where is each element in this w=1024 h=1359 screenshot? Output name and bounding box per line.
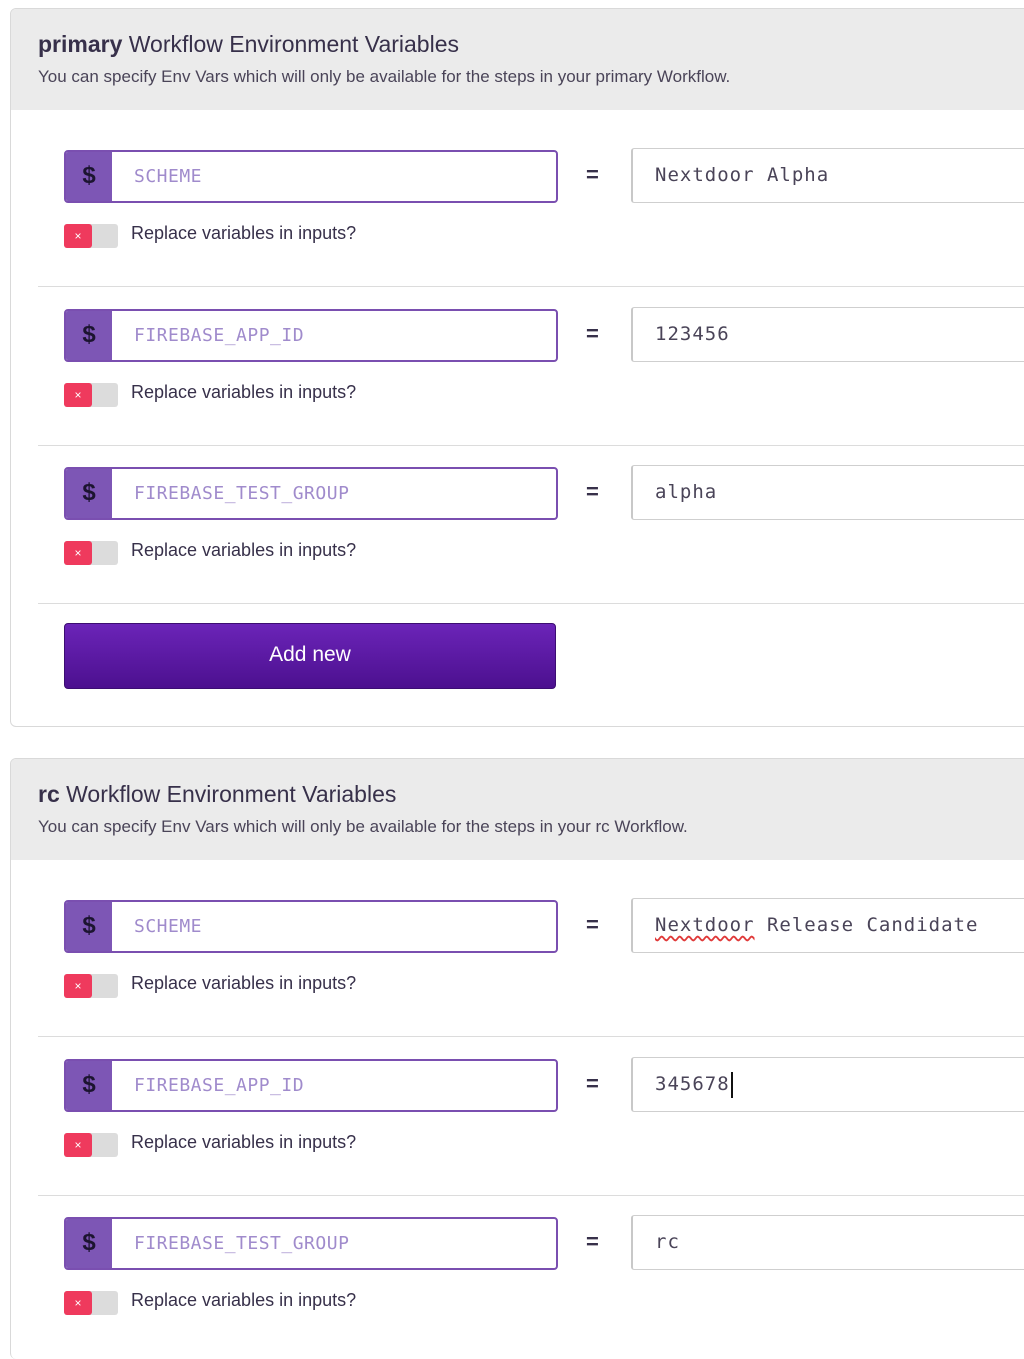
panel-title-suffix: Workflow Environment Variables (128, 31, 459, 57)
panel-description: You can specify Env Vars which will only… (38, 817, 688, 836)
panel-header: rc Workflow Environment Variables You ca… (11, 759, 1024, 860)
replace-variables-toggle[interactable]: × (64, 541, 118, 565)
replace-variables-label: Replace variables in inputs? (131, 540, 357, 560)
panel-title: primary Workflow Environment Variables (38, 31, 459, 58)
env-var-row: $ FIREBASE_TEST_GROUP = alpha × Replace … (11, 465, 1024, 626)
dollar-icon: $ (66, 152, 112, 201)
close-icon: × (64, 974, 92, 998)
env-var-value-field[interactable]: alpha (631, 465, 1024, 520)
equals-sign: = (586, 321, 599, 346)
workflow-name: rc (38, 781, 60, 807)
row-divider (38, 445, 1024, 446)
env-var-value[interactable]: Nextdoor Alpha (655, 149, 829, 202)
replace-variables-toggle[interactable]: × (64, 1291, 118, 1315)
equals-sign: = (586, 912, 599, 937)
env-var-key-field[interactable]: $ FIREBASE_APP_ID (64, 309, 558, 362)
equals-sign: = (586, 162, 599, 187)
add-new-button[interactable]: Add new (64, 623, 556, 689)
replace-variables-toggle[interactable]: × (64, 383, 118, 407)
dollar-icon: $ (66, 1219, 112, 1268)
env-var-value[interactable]: rc (655, 1216, 680, 1269)
env-var-value[interactable]: 123456 (655, 308, 730, 361)
misspelled-word: Nextdoor (655, 914, 755, 936)
env-var-value-field[interactable]: 345678 (631, 1057, 1024, 1112)
rc-env-vars-panel: rc Workflow Environment Variables You ca… (10, 758, 1024, 1359)
panel-title: rc Workflow Environment Variables (38, 781, 396, 808)
env-var-value: 345678 (655, 1073, 730, 1095)
replace-variables-label: Replace variables in inputs? (131, 382, 357, 402)
env-var-key-field[interactable]: $ FIREBASE_APP_ID (64, 1059, 558, 1112)
replace-variables-toggle[interactable]: × (64, 974, 118, 998)
close-icon: × (64, 224, 92, 248)
panel-header: primary Workflow Environment Variables Y… (11, 9, 1024, 110)
env-var-key-field[interactable]: $ FIREBASE_TEST_GROUP (64, 467, 558, 520)
panel-title-suffix: Workflow Environment Variables (66, 781, 397, 807)
equals-sign: = (586, 1229, 599, 1254)
dollar-icon: $ (66, 469, 112, 518)
equals-sign: = (586, 1071, 599, 1096)
dollar-icon: $ (66, 1061, 112, 1110)
close-icon: × (64, 383, 92, 407)
row-divider (38, 603, 1024, 604)
env-var-key-field[interactable]: $ SCHEME (64, 900, 558, 953)
env-var-key[interactable]: SCHEME (134, 902, 202, 951)
env-var-row: $ SCHEME = Nextdoor Alpha × Replace vari… (11, 148, 1024, 309)
env-var-row: $ FIREBASE_APP_ID = 123456 × Replace var… (11, 307, 1024, 468)
dollar-icon: $ (66, 311, 112, 360)
env-var-key[interactable]: SCHEME (134, 152, 202, 201)
row-divider (38, 286, 1024, 287)
equals-sign: = (586, 479, 599, 504)
replace-variables-label: Replace variables in inputs? (131, 1132, 357, 1152)
primary-env-vars-panel: primary Workflow Environment Variables Y… (10, 8, 1024, 727)
env-var-key[interactable]: FIREBASE_APP_ID (134, 1061, 304, 1110)
env-var-key[interactable]: FIREBASE_APP_ID (134, 311, 304, 360)
replace-variables-label: Replace variables in inputs? (131, 1290, 357, 1310)
replace-variables-label: Replace variables in inputs? (131, 223, 357, 243)
env-var-value-field[interactable]: Nextdoor Alpha (631, 148, 1024, 203)
close-icon: × (64, 541, 92, 565)
env-var-value[interactable]: Nextdoor Release Candidate (655, 899, 978, 952)
text-cursor (730, 1071, 733, 1098)
env-var-row: $ FIREBASE_TEST_GROUP = rc × Replace var… (11, 1215, 1024, 1359)
replace-variables-label: Replace variables in inputs? (131, 973, 357, 993)
close-icon: × (64, 1291, 92, 1315)
row-divider (38, 1195, 1024, 1196)
env-var-row: $ SCHEME = Nextdoor Release Candidate × … (11, 898, 1024, 1059)
env-var-key-field[interactable]: $ FIREBASE_TEST_GROUP (64, 1217, 558, 1270)
env-var-key-field[interactable]: $ SCHEME (64, 150, 558, 203)
env-var-row: $ FIREBASE_APP_ID = 345678 × Replace var… (11, 1057, 1024, 1218)
close-icon: × (64, 1133, 92, 1157)
env-var-value-field[interactable]: rc (631, 1215, 1024, 1270)
env-var-key[interactable]: FIREBASE_TEST_GROUP (134, 469, 349, 518)
env-var-value-field[interactable]: 123456 (631, 307, 1024, 362)
env-var-key[interactable]: FIREBASE_TEST_GROUP (134, 1219, 349, 1268)
replace-variables-toggle[interactable]: × (64, 224, 118, 248)
replace-variables-toggle[interactable]: × (64, 1133, 118, 1157)
workflow-name: primary (38, 31, 123, 57)
dollar-icon: $ (66, 902, 112, 951)
env-var-value[interactable]: alpha (655, 466, 717, 519)
panel-description: You can specify Env Vars which will only… (38, 67, 731, 86)
env-var-value-field[interactable]: Nextdoor Release Candidate (631, 898, 1024, 953)
env-var-value-rest: Release Candidate (754, 914, 979, 936)
env-var-value-container[interactable]: 345678 (655, 1058, 733, 1111)
row-divider (38, 1036, 1024, 1037)
